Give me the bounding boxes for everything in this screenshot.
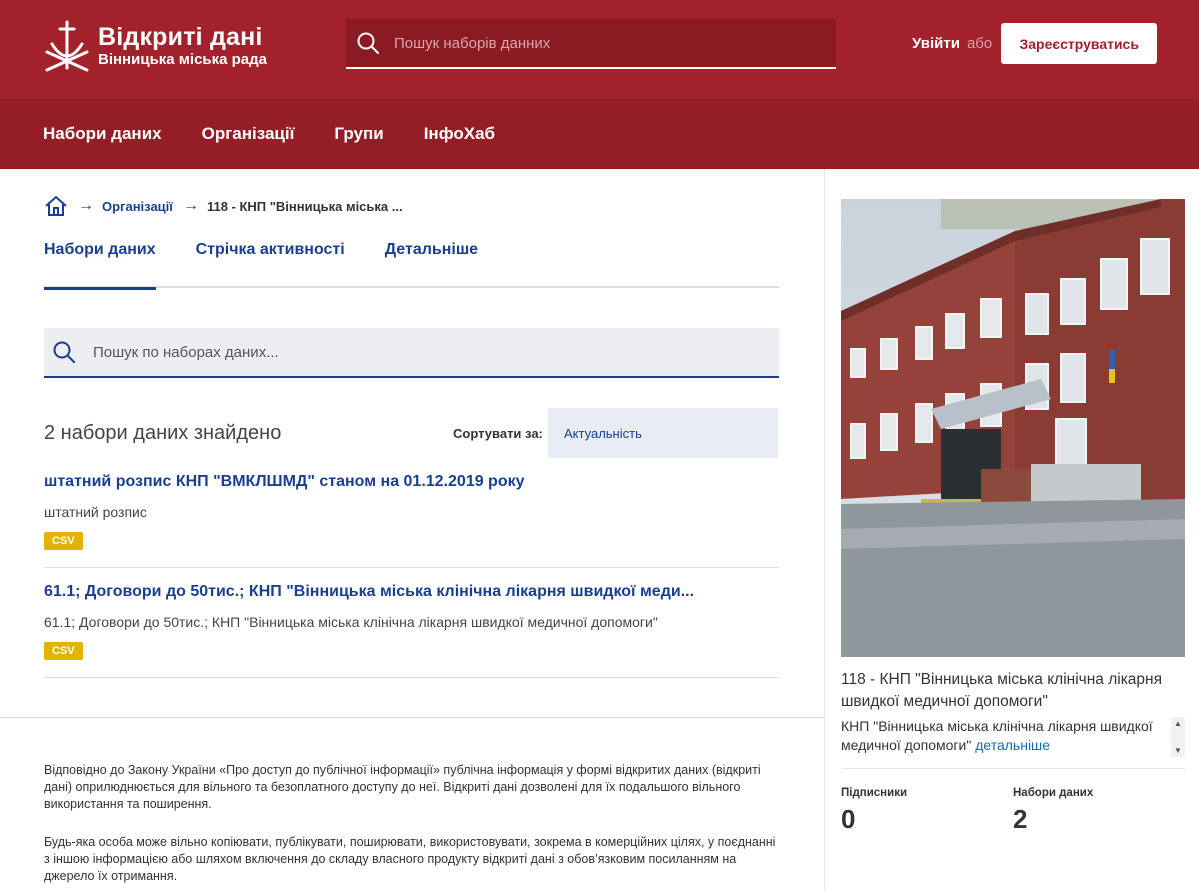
organization-sidebar: 118 - КНП "Вінницька міська клінічна лік… [824,169,1199,891]
sort-label: Сортувати за: [453,426,543,441]
dataset-search-input[interactable] [93,343,743,361]
nav-item-infohub[interactable]: ІнфоХаб [424,124,495,144]
followers-stat: Підписники 0 [841,787,907,835]
datasets-value: 2 [1013,804,1028,834]
trident-logo-icon [45,20,89,72]
header-search-input[interactable] [394,34,814,52]
header-search [346,19,836,69]
scroll-down-icon[interactable]: ▼ [1174,746,1182,755]
home-icon[interactable] [44,195,68,217]
dataset-search [44,328,779,378]
register-button[interactable]: Зареєструватись [1001,23,1158,64]
description-scrollbar[interactable]: ▲ ▼ [1171,717,1185,757]
content-tabs: Набори даних Стрічка активності Детальні… [44,226,779,290]
more-details-link[interactable]: детальніше [975,737,1050,753]
footer-divider [0,717,824,718]
nav-item-organizations[interactable]: Організації [202,124,295,144]
organization-name: 118 - КНП "Вінницька міська клінічна лік… [841,671,1163,710]
dataset-title[interactable]: 61.1; Договори до 50тис.; КНП "Вінницька… [44,583,779,601]
format-badge[interactable]: CSV [44,642,83,660]
scroll-up-icon[interactable]: ▲ [1174,719,1182,728]
auth-area: Увійти або Зареєструватись [912,23,1158,64]
arrow-right-icon: → [78,197,94,214]
top-header: Відкриті дані Вінницька міська рада Увій… [0,0,1199,99]
datasets-stat: Набори даних 2 [1013,787,1093,835]
tab-activity[interactable]: Стрічка активності [196,226,345,288]
followers-label: Підписники [841,787,908,799]
login-link[interactable]: Увійти [912,35,960,52]
organization-description-box: КНП "Вінницька міська клінічна лікарня ш… [841,717,1185,769]
datasets-label: Набори даних [1013,787,1094,799]
search-icon[interactable] [52,340,76,364]
tab-details[interactable]: Детальніше [385,226,478,288]
organization-description: КНП "Вінницька міська клінічна лікарня ш… [841,717,1161,755]
site-logo[interactable]: Відкриті дані Вінницька міська рада [44,16,284,76]
sort-select[interactable]: Актуальність [548,408,778,458]
followers-value: 0 [841,804,856,834]
logo-title: Відкриті дані [98,23,263,51]
format-badge[interactable]: CSV [44,532,83,550]
logo-subtitle: Вінницька міська рада [98,51,268,68]
dataset-description: штатний розпис [44,504,147,520]
dataset-item: 61.1; Договори до 50тис.; КНП "Вінницька… [44,580,779,678]
arrow-right-icon: → [182,197,199,214]
search-icon[interactable] [356,31,380,55]
dataset-item: штатний розпис КНП "ВМКЛШМД" станом на 0… [44,470,779,568]
breadcrumb-current: 118 - КНП "Вінницька міська ... [206,198,403,214]
building-photo [841,199,1185,657]
dataset-description: 61.1; Договори до 50тис.; КНП "Вінницька… [44,614,658,630]
breadcrumb-organizations[interactable]: Організації [102,199,173,214]
organization-photo [841,199,1185,657]
nav-item-groups[interactable]: Групи [334,124,383,144]
nav-item-datasets[interactable]: Набори даних [43,124,162,144]
dataset-title[interactable]: штатний розпис КНП "ВМКЛШМД" станом на 0… [44,473,779,491]
tab-datasets[interactable]: Набори даних [44,226,156,290]
footer-paragraph: Відповідно до Закону України «Про доступ… [44,763,761,811]
or-text: або [966,35,993,52]
breadcrumb: → Організації → 118 - КНП "Вінницька міс… [44,194,403,218]
results-count: 2 набори даних знайдено [44,422,282,444]
footer-paragraph: Будь-яка особа може вільно копіювати, пу… [44,835,776,883]
main-nav: Набори даних Організації Групи ІнфоХаб [0,99,1199,169]
